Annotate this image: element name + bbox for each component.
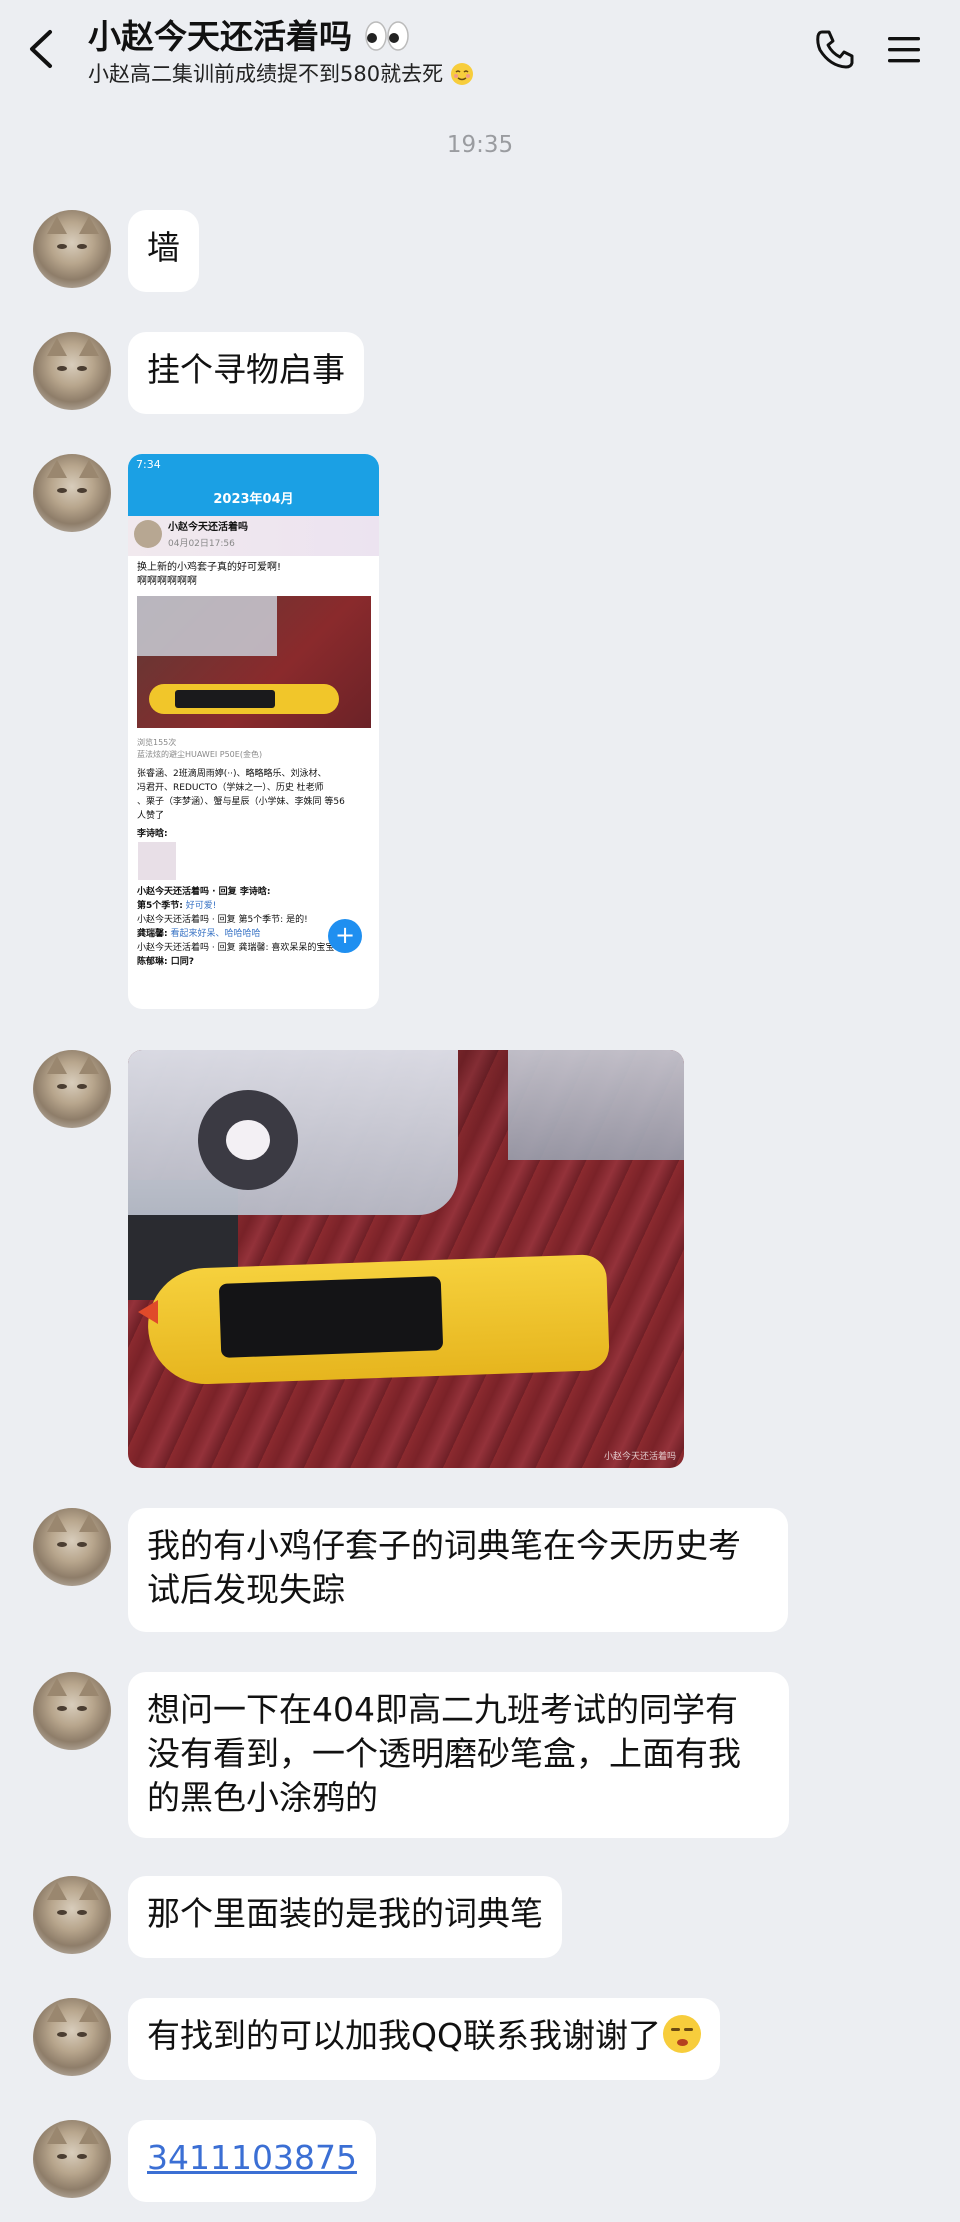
likes-text: 张睿涵、2班滴周雨婷(··)、略略略乐、刘泳材、 (137, 769, 327, 779)
avatar[interactable] (33, 454, 111, 532)
post-text: 换上新的小鸡套子真的好可爱啊! (137, 562, 282, 573)
avatar[interactable] (33, 210, 111, 288)
relieved-emoji (450, 63, 473, 85)
reply: 小赵今天还活着吗 · 回复 第5个季节: 是的! (137, 915, 308, 925)
avatar[interactable] (33, 1672, 111, 1750)
screenshot-image-message[interactable]: 7:34 2023年04月 小赵今天还活着吗 04月02日17:56 换上新的小… (128, 454, 379, 1009)
avatar[interactable] (33, 1998, 111, 2076)
sticker-image (138, 842, 176, 880)
reply: 小赵今天还活着吗 · 回复 龚瑞馨: 喜欢呆呆的宝宝 (137, 943, 335, 953)
eyes-emoji (364, 21, 409, 51)
post-photo (137, 596, 371, 728)
avatar[interactable] (33, 1050, 111, 1128)
avatar[interactable] (33, 332, 111, 410)
views: 浏览155次 (137, 738, 177, 747)
profile-banner (128, 516, 379, 556)
reply: 陈郁琳: 口同? (137, 957, 194, 967)
phone-icon[interactable] (812, 26, 858, 72)
add-fab-icon: + (328, 919, 362, 953)
smirk-emoji (662, 2015, 701, 2053)
likes-text: 冯君开、REDUCTO（学妹之一）、历史 杜老师 (137, 783, 324, 793)
message-bubble[interactable]: 想问一下在404即高二九班考试的同学有没有看到，一个透明磨砂笔盒，上面有我的黑色… (128, 1672, 789, 1838)
avatar[interactable] (33, 1876, 111, 1954)
post-date: 04月02日17:56 (168, 539, 235, 549)
message-bubble[interactable]: 墙 (128, 210, 199, 292)
menu-icon[interactable] (884, 30, 924, 70)
reply: 第5个季节: 好可爱! (137, 901, 217, 911)
photo-watermark: 小赵今天还活着吗 (603, 1452, 676, 1462)
message-bubble[interactable]: 那个里面装的是我的词典笔 (128, 1876, 562, 1958)
message-bubble[interactable]: 挂个寻物启事 (128, 332, 364, 414)
commenter: 李诗晗: (137, 829, 168, 839)
status-bar: 7:34 (128, 454, 379, 476)
device: 蓝法炫的避尘HUAWEI P50E(金色) (137, 750, 263, 759)
likes-text: 人赞了 (137, 811, 165, 821)
nav-title: 2023年04月 (213, 492, 294, 507)
message-bubble[interactable]: 有找到的可以加我QQ联系我谢谢了 (128, 1998, 720, 2080)
chat-title[interactable]: 小赵今天还活着吗 (88, 10, 410, 58)
post-author: 小赵今天还活着吗 (168, 522, 248, 533)
post-text: 啊啊啊啊啊啊 (137, 576, 197, 587)
reply: 小赵今天还活着吗 · 回复 李诗晗: (137, 887, 271, 897)
avatar[interactable] (33, 2120, 111, 2198)
qq-number-link[interactable]: 3411103875 (128, 2120, 376, 2202)
photo-message[interactable]: 小赵今天还活着吗 (128, 1050, 684, 1468)
reply: 龚瑞馨: 看起来好呆、哈哈哈哈 (137, 929, 261, 939)
chat-header: 小赵今天还活着吗 小赵高二集训前成绩提不到580就去死 (0, 0, 960, 100)
chat-subtitle: 小赵高二集训前成绩提不到580就去死 (88, 58, 474, 88)
message-timestamp: 19:35 (446, 132, 514, 158)
mini-avatar (134, 520, 162, 548)
chevron-left-icon[interactable] (22, 26, 62, 72)
likes-text: 、栗子（李梦涵）、蟹与星辰（小学妹、李姝同 等56 (137, 797, 345, 807)
message-bubble[interactable]: 我的有小鸡仔套子的词典笔在今天历史考试后发现失踪 (128, 1508, 788, 1632)
avatar[interactable] (33, 1508, 111, 1586)
